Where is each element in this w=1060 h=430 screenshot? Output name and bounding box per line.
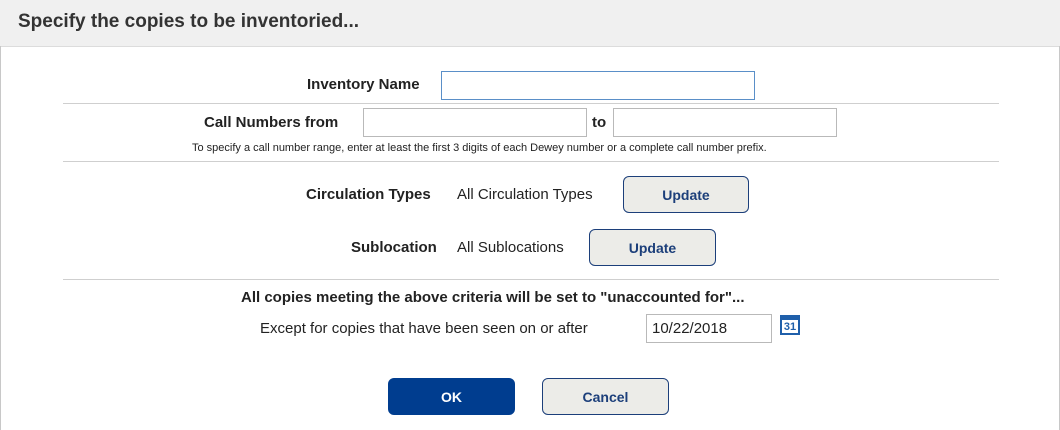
calendar-icon-bar [782,317,798,320]
calendar-icon[interactable]: 31 [780,315,800,335]
divider [63,103,999,104]
call-number-hint: To specify a call number range, enter at… [192,142,767,154]
sublocation-label: Sublocation [351,239,437,256]
divider [63,279,999,280]
ok-button[interactable]: OK [388,378,515,415]
sublocation-value: All Sublocations [457,239,564,256]
call-numbers-from-label: Call Numbers from [204,114,339,131]
sublocation-update-button[interactable]: Update [589,229,716,266]
inventory-name-input[interactable] [441,71,755,100]
unaccounted-notice: All copies meeting the above criteria wi… [241,289,745,306]
seen-date-input[interactable] [646,314,772,343]
circulation-types-value: All Circulation Types [457,186,593,203]
cancel-button[interactable]: Cancel [542,378,669,415]
calendar-icon-day: 31 [783,320,797,333]
circulation-types-update-button[interactable]: Update [623,176,749,213]
page-title: Specify the copies to be inventoried... [18,11,360,32]
inventory-name-label: Inventory Name [307,76,420,93]
divider [63,161,999,162]
except-date-label: Except for copies that have been seen on… [260,320,588,337]
call-numbers-to-label: to [592,114,607,131]
call-number-to-input[interactable] [613,108,837,137]
frame-border-left [0,46,1,430]
dialog-header: Specify the copies to be inventoried... [0,0,1060,47]
call-number-from-input[interactable] [363,108,587,137]
circulation-types-label: Circulation Types [306,186,431,203]
